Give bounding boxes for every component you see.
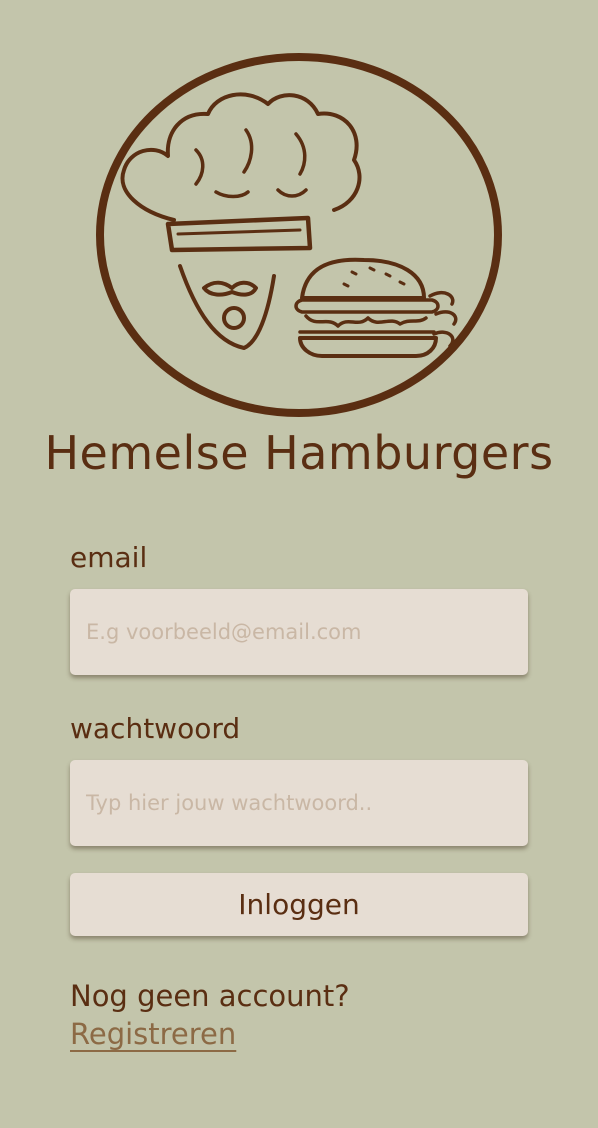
email-field-container xyxy=(70,589,528,675)
brand-logo xyxy=(96,52,502,418)
register-link[interactable]: Registreren xyxy=(70,1014,236,1054)
password-field-container xyxy=(70,760,528,846)
email-label: email xyxy=(70,541,148,574)
login-button[interactable]: Inloggen xyxy=(70,873,528,936)
password-input[interactable] xyxy=(86,791,512,815)
password-label: wachtwoord xyxy=(70,712,241,745)
app-title: Hemelse Hamburgers xyxy=(44,426,554,480)
chef-burger-logo-icon xyxy=(96,53,502,417)
no-account-text: Nog geen account? xyxy=(70,979,350,1013)
email-input[interactable] xyxy=(86,620,512,644)
